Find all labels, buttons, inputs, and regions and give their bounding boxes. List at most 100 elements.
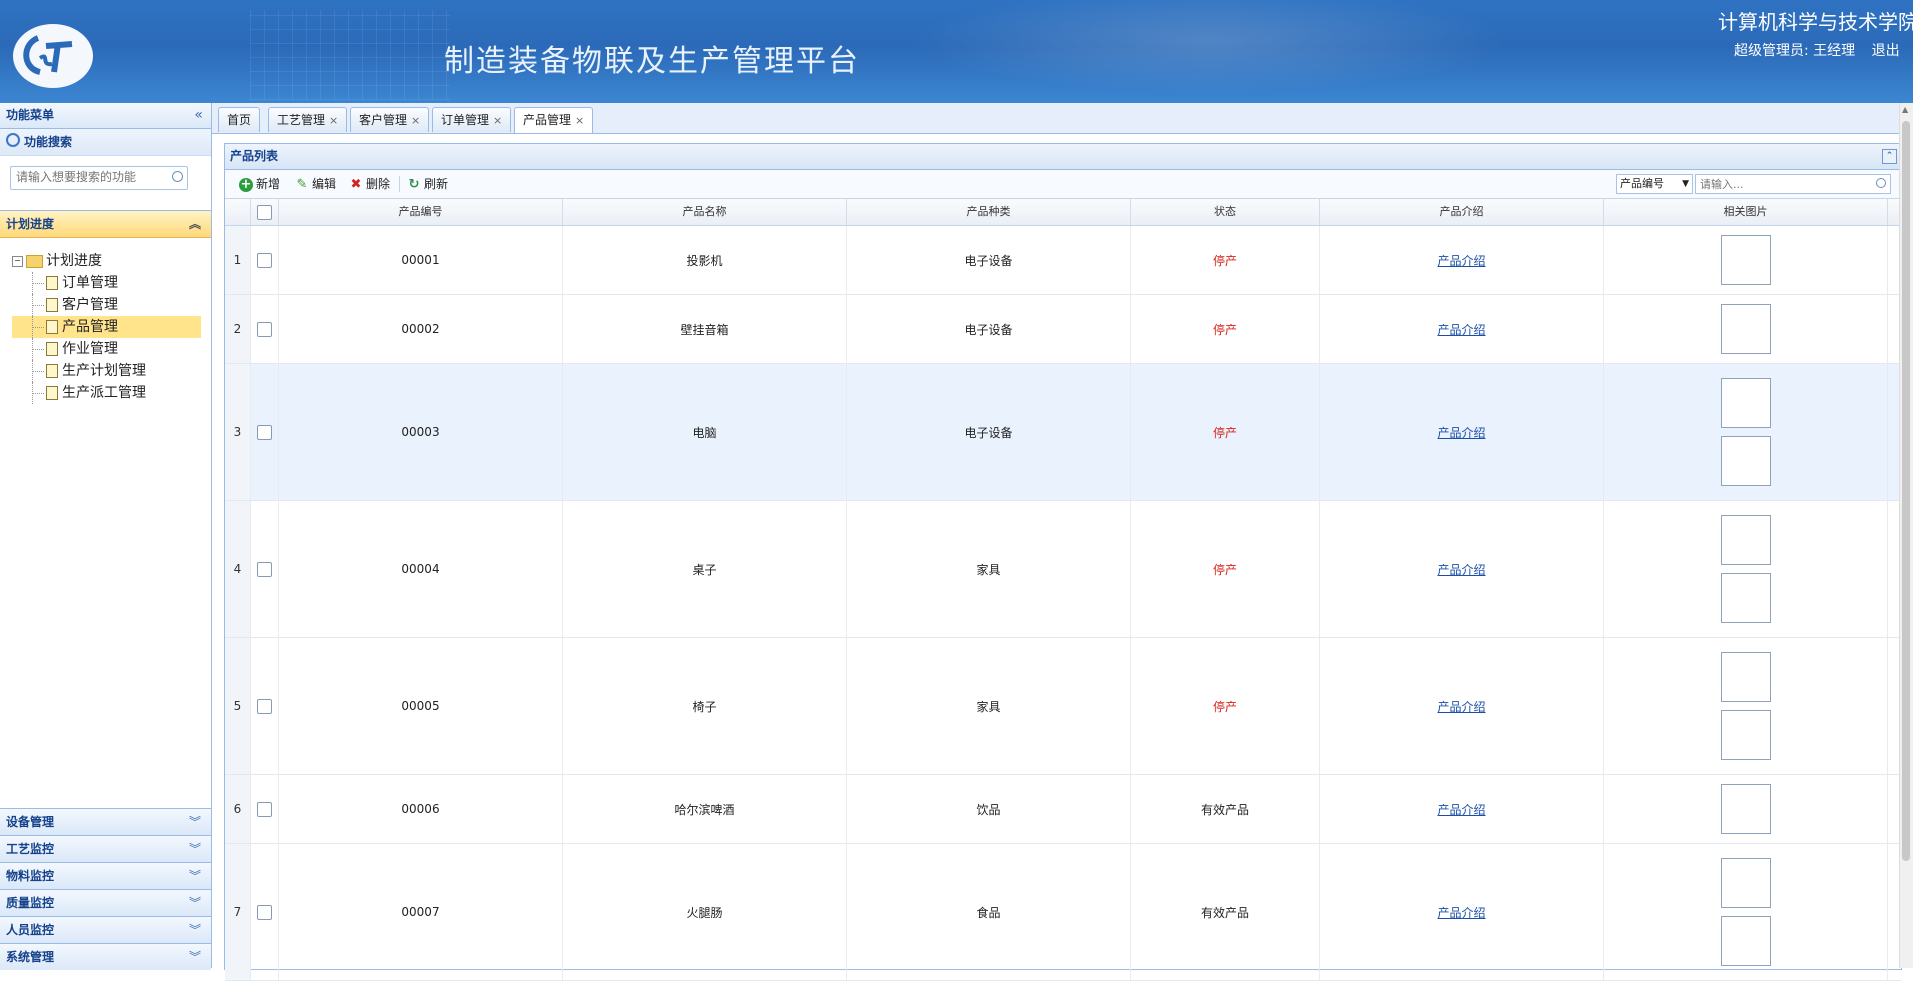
image-cell (1604, 364, 1888, 500)
product-name: 电脑 (563, 364, 847, 500)
product-code: 00004 (279, 501, 563, 637)
page-scrollbar[interactable]: ▲ (1899, 103, 1913, 968)
close-icon[interactable]: × (329, 114, 338, 127)
row-checkbox[interactable] (257, 801, 272, 817)
search-icon[interactable] (1876, 178, 1886, 188)
product-image[interactable] (1720, 235, 1771, 285)
table-row[interactable]: 7 00007 火腿肠 食品 有效产品 产品介绍 (225, 844, 1901, 981)
column-header[interactable]: 相关图片 (1604, 199, 1888, 225)
edit-label: 编辑 (312, 177, 337, 191)
scrollbar-thumb[interactable] (1902, 121, 1910, 861)
accordion-process-monitor[interactable]: 工艺监控 ︾ (0, 835, 211, 862)
row-checkbox[interactable] (257, 424, 272, 440)
scroll-up-icon[interactable]: ▲ (1902, 105, 1908, 114)
tab-product[interactable]: 产品管理 × (514, 107, 594, 133)
tree-item-production-plan[interactable]: 生产计划管理 (12, 360, 211, 382)
close-icon[interactable]: × (411, 114, 420, 127)
row-checkbox[interactable] (257, 321, 272, 337)
table-row[interactable]: 3 00003 电脑 电子设备 停产 产品介绍 (225, 364, 1901, 501)
product-name: 壁挂音箱 (563, 295, 847, 363)
search-icon[interactable] (172, 171, 183, 182)
tab-label: 首页 (227, 113, 252, 127)
folder-icon (26, 254, 43, 268)
refresh-button[interactable]: ↻ 刷新 (407, 175, 448, 193)
column-header[interactable]: 产品种类 (847, 199, 1131, 225)
tab-home[interactable]: 首页 (218, 107, 261, 132)
product-intro-link[interactable]: 产品介绍 (1437, 252, 1485, 269)
row-checkbox[interactable] (257, 252, 272, 268)
row-select-cell (251, 775, 279, 843)
filter-search-input[interactable] (1696, 175, 1869, 193)
product-image[interactable] (1720, 784, 1771, 834)
row-checkbox[interactable] (257, 904, 272, 920)
table-row[interactable]: 1 00001 投影机 电子设备 停产 产品介绍 (225, 226, 1901, 295)
tree-item-order[interactable]: 订单管理 (12, 272, 211, 294)
table-row[interactable]: 6 00006 哈尔滨啤酒 饮品 有效产品 产品介绍 (225, 775, 1901, 844)
rownum-header (225, 199, 251, 225)
row-select-cell (251, 226, 279, 294)
collapse-node-icon[interactable]: − (12, 255, 23, 267)
tree-root-plan[interactable]: − 计划进度 (12, 250, 211, 272)
product-intro-link[interactable]: 产品介绍 (1437, 904, 1485, 921)
collapse-panel-icon[interactable]: ⌃ (1882, 149, 1897, 164)
delete-button[interactable]: ✖ 删除 (349, 175, 390, 193)
tree-item-dispatch[interactable]: 生产派工管理 (12, 382, 211, 404)
tree-item-product[interactable]: 产品管理 (12, 316, 201, 338)
product-intro-link[interactable]: 产品介绍 (1437, 321, 1485, 338)
tree-item-label: 生产计划管理 (62, 363, 146, 379)
plan-progress-section-header[interactable]: 计划进度 ︽ (0, 211, 211, 238)
add-button[interactable]: + 新增 (239, 175, 280, 193)
column-header[interactable]: 产品名称 (563, 199, 847, 225)
logout-link[interactable]: 退出 (1872, 43, 1900, 59)
product-image[interactable] (1720, 652, 1771, 702)
product-image[interactable] (1720, 916, 1771, 966)
table-row[interactable]: 2 00002 壁挂音箱 电子设备 停产 产品介绍 (225, 295, 1901, 364)
product-intro-link[interactable]: 产品介绍 (1437, 424, 1485, 441)
product-name: 火腿肠 (563, 844, 847, 980)
column-header[interactable]: 状态 (1131, 199, 1320, 225)
product-image[interactable] (1720, 710, 1771, 760)
document-icon (46, 364, 58, 378)
tree-item-customer[interactable]: 客户管理 (12, 294, 211, 316)
product-image[interactable] (1720, 304, 1771, 354)
edit-button[interactable]: ✎ 编辑 (295, 175, 336, 193)
product-code: 00005 (279, 638, 563, 774)
accordion-material-monitor[interactable]: 物料监控 ︾ (0, 862, 211, 889)
tab-order[interactable]: 订单管理 × (432, 107, 512, 132)
tab-process[interactable]: 工艺管理 × (268, 107, 348, 132)
document-icon (46, 342, 58, 356)
main-content: 首页 工艺管理 × 客户管理 × 订单管理 × 产品管理 × 产品列表 ⌃ + 新增 ✎ 编… (212, 103, 1902, 981)
collapse-sidebar-icon[interactable]: « (194, 103, 203, 128)
close-icon[interactable]: × (575, 114, 584, 127)
accordion-system-management[interactable]: 系统管理 ︾ (0, 943, 211, 970)
product-intro-link[interactable]: 产品介绍 (1437, 698, 1485, 715)
tree-item-label: 产品管理 (62, 319, 118, 335)
chevron-up-icon[interactable]: ︽ (189, 211, 201, 237)
filter-field-select[interactable]: 产品编号 ▼ (1616, 174, 1693, 194)
tab-customer[interactable]: 客户管理 × (350, 107, 430, 132)
product-image[interactable] (1720, 515, 1771, 565)
table-row[interactable]: 4 00004 桌子 家具 停产 产品介绍 (225, 501, 1901, 638)
close-icon[interactable]: × (493, 114, 502, 127)
row-checkbox[interactable] (257, 561, 272, 577)
tree-item-job[interactable]: 作业管理 (12, 338, 211, 360)
document-icon (46, 298, 58, 312)
accordion-quality-monitor[interactable]: 质量监控 ︾ (0, 889, 211, 916)
accordion-personnel-monitor[interactable]: 人员监控 ︾ (0, 916, 211, 943)
function-search-title: 功能搜索 (24, 135, 73, 149)
product-image[interactable] (1720, 573, 1771, 623)
product-image[interactable] (1720, 378, 1771, 428)
function-search-input[interactable] (11, 167, 171, 187)
column-header[interactable]: 产品介绍 (1320, 199, 1604, 225)
accordion-equipment[interactable]: 设备管理 ︾ (0, 808, 211, 835)
product-status: 停产 (1131, 226, 1320, 294)
product-intro-link[interactable]: 产品介绍 (1437, 801, 1485, 818)
product-image[interactable] (1720, 436, 1771, 486)
product-list-header: 产品列表 ⌃ (225, 144, 1901, 170)
row-checkbox[interactable] (257, 698, 272, 714)
column-header[interactable]: 产品编号 (279, 199, 563, 225)
select-all-checkbox[interactable] (257, 204, 272, 220)
product-intro-link[interactable]: 产品介绍 (1437, 561, 1485, 578)
product-image[interactable] (1720, 858, 1771, 908)
table-row[interactable]: 5 00005 椅子 家具 停产 产品介绍 (225, 638, 1901, 775)
